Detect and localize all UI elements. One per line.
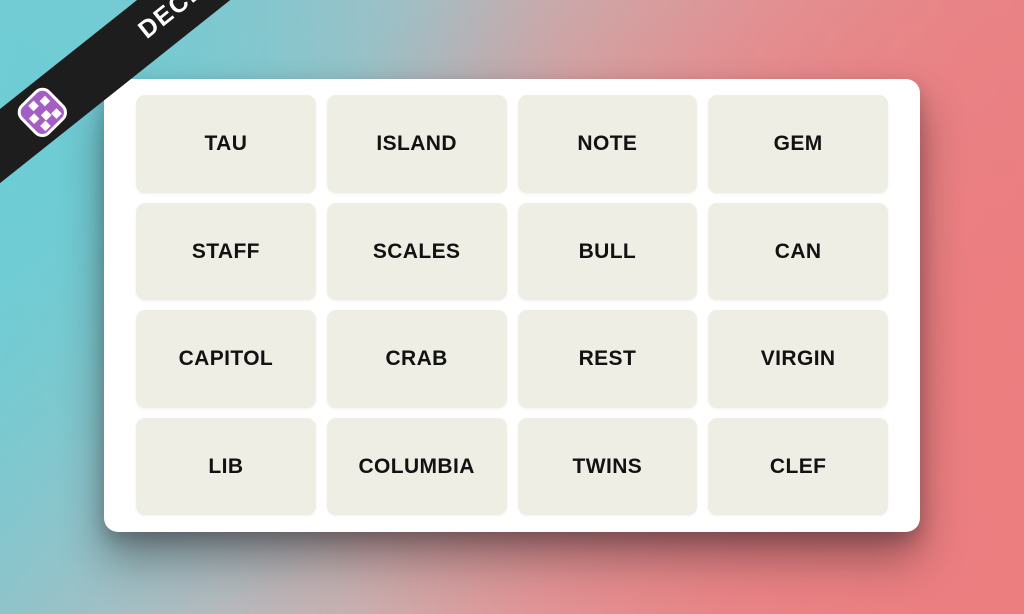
puzzle-screen: TAU ISLAND NOTE GEM STAFF SCALES BULL CA… [0,0,1024,614]
word-tile-label: BULL [578,239,637,263]
word-tile[interactable]: NOTE [517,95,698,193]
word-tile[interactable]: VIRGIN [708,310,888,408]
word-tile-label: TWINS [572,454,643,478]
word-tile-label: ISLAND [376,132,457,156]
word-tile[interactable]: STAFF [136,202,316,300]
word-tile[interactable]: SCALES [326,202,507,300]
word-tile-label: COLUMBIA [358,454,475,478]
word-tile[interactable]: BULL [517,202,698,300]
word-tile-label: VIRGIN [760,347,836,371]
word-tile-label: SCALES [372,239,461,263]
word-tile[interactable]: REST [517,310,698,408]
word-tile[interactable]: ISLAND [326,95,507,193]
word-tile-label: GEM [773,132,823,156]
word-tile-label: CLEF [769,454,827,478]
word-tile-label: CAPITOL [178,347,274,371]
word-tile[interactable]: TWINS [517,417,698,515]
word-tile-label: NOTE [577,132,638,156]
word-grid: TAU ISLAND NOTE GEM STAFF SCALES BULL CA… [136,95,888,515]
word-tile[interactable]: CLEF [708,417,888,515]
word-tile[interactable]: GEM [708,95,888,193]
word-tile-label: TAU [204,132,248,156]
word-tile-label: LIB [208,454,244,478]
word-tile-label: CRAB [385,347,448,371]
word-tile[interactable]: LIB [136,417,316,515]
word-tile[interactable]: COLUMBIA [326,417,507,515]
word-tile[interactable]: CAPITOL [136,310,316,408]
word-tile-label: STAFF [191,239,260,263]
word-tile[interactable]: TAU [136,95,316,193]
word-tile[interactable]: CRAB [326,310,507,408]
word-tile-label: CAN [774,239,822,263]
word-tile[interactable]: CAN [708,202,888,300]
word-tile-label: REST [578,347,637,371]
puzzle-card: TAU ISLAND NOTE GEM STAFF SCALES BULL CA… [104,79,920,532]
